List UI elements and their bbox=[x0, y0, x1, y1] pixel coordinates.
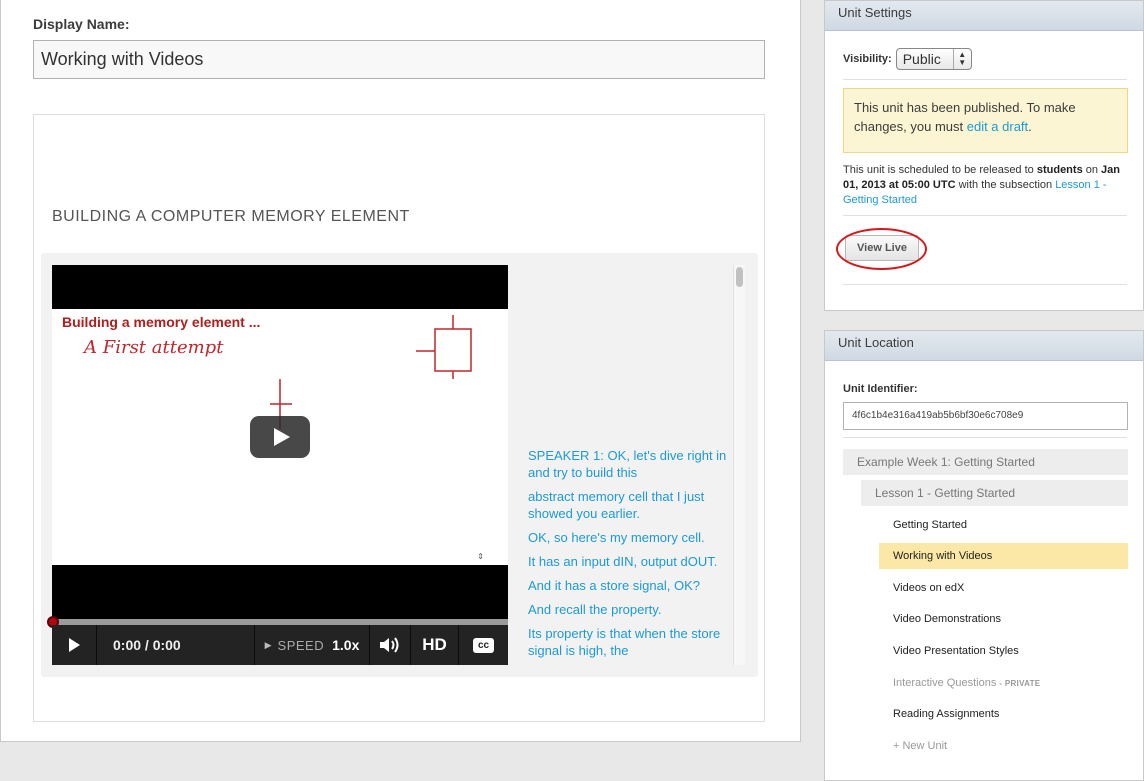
warning-text: This unit has been published. To make ch… bbox=[854, 100, 1076, 134]
video-frame[interactable]: Building a memory element ... A First at… bbox=[52, 309, 508, 565]
unit-item[interactable]: Video Presentation Styles bbox=[879, 638, 1128, 664]
unit-label: Reading Assignments bbox=[893, 708, 1000, 721]
new-unit-button[interactable]: + New Unit bbox=[879, 733, 1128, 759]
transcript-scrollbar[interactable] bbox=[733, 265, 745, 665]
unit-identifier-field[interactable]: 4f6c1b4e316a419ab5b6bf30e6c708e9 bbox=[843, 402, 1128, 430]
divider bbox=[843, 284, 1127, 285]
frame-handwriting: A First attempt bbox=[84, 337, 224, 358]
unit-item[interactable]: Reading Assignments bbox=[879, 701, 1128, 727]
display-name-input[interactable]: Working with Videos bbox=[33, 40, 765, 79]
transcript-panel[interactable]: SPEAKER 1: OK, let's dive right in and t… bbox=[528, 265, 745, 665]
unit-editor-panel: Display Name: Working with Videos BUILDI… bbox=[0, 0, 801, 742]
unit-identifier-label: Unit Identifier: bbox=[843, 383, 918, 395]
transcript-line[interactable]: And it has a store signal, OK? bbox=[528, 577, 733, 594]
video-player[interactable]: Building a memory element ... A First at… bbox=[47, 265, 508, 665]
transcript-line[interactable]: And recall the property. bbox=[528, 601, 733, 618]
highlight-annotation-circle bbox=[836, 228, 927, 270]
divider bbox=[843, 79, 1127, 80]
speed-control[interactable]: ▶ SPEED 1.0x bbox=[255, 625, 370, 665]
unit-label: Interactive Questions bbox=[893, 676, 997, 689]
video-controls: 0:00 / 0:00 ▶ SPEED 1.0x HD cc bbox=[52, 625, 508, 665]
course-outline-tree: Example Week 1: Getting Started Lesson 1… bbox=[843, 449, 1128, 759]
visibility-row: Visibility: Public ▲ ▼ bbox=[843, 48, 972, 70]
release-audience: students bbox=[1036, 164, 1083, 176]
transcript-line[interactable]: abstract memory cell that I just showed … bbox=[528, 488, 733, 522]
play-icon[interactable] bbox=[52, 625, 97, 665]
frame-title: Building a memory element ... bbox=[62, 314, 261, 330]
warning-end: . bbox=[1028, 119, 1032, 134]
divider bbox=[843, 215, 1127, 216]
memory-cell-sketch bbox=[416, 315, 472, 379]
unit-settings-panel: Unit Settings Visibility: Public ▲ ▼ This… bbox=[824, 0, 1144, 311]
volume-icon[interactable] bbox=[370, 625, 411, 665]
component-title: BUILDING A COMPUTER MEMORY ELEMENT bbox=[52, 208, 410, 225]
visibility-select[interactable]: Public ▲ ▼ bbox=[895, 48, 972, 70]
unit-location-title: Unit Location bbox=[825, 331, 1143, 361]
unit-label: Videos on edX bbox=[893, 581, 965, 594]
release-text-3: with the subsection bbox=[955, 179, 1056, 191]
speed-label: SPEED bbox=[277, 637, 325, 653]
video-component: BUILDING A COMPUTER MEMORY ELEMENT Build… bbox=[33, 114, 765, 722]
cc-label: cc bbox=[472, 637, 495, 653]
frame-scroll-indicator: ⇕ bbox=[477, 552, 484, 561]
video-time: 0:00 / 0:00 bbox=[97, 625, 255, 665]
hd-button[interactable]: HD bbox=[411, 625, 459, 665]
unit-label: + New Unit bbox=[893, 739, 948, 752]
subsection-item[interactable]: Lesson 1 - Getting Started bbox=[861, 480, 1128, 506]
unit-label: Working with Videos bbox=[893, 550, 993, 563]
unit-item[interactable]: Interactive Questions - PRIVATE bbox=[879, 670, 1128, 696]
transcript-line[interactable]: OK, so here's my memory cell. bbox=[528, 529, 733, 546]
display-name-label: Display Name: bbox=[33, 16, 130, 32]
unit-location-panel: Unit Location Unit Identifier: 4f6c1b4e3… bbox=[824, 330, 1144, 781]
edit-draft-link[interactable]: edit a draft bbox=[967, 119, 1028, 134]
unit-item[interactable]: Getting Started bbox=[879, 512, 1128, 538]
transcript-line[interactable]: Its property is that when the store sign… bbox=[528, 625, 733, 659]
transcript-scroll-thumb[interactable] bbox=[736, 267, 743, 287]
unit-item[interactable]: Videos on edX bbox=[879, 575, 1128, 601]
published-warning: This unit has been published. To make ch… bbox=[843, 88, 1128, 153]
video-module: Building a memory element ... A First at… bbox=[41, 253, 758, 677]
transcript-line[interactable]: It has an input dIN, output dOUT. bbox=[528, 553, 733, 570]
unit-list: Getting Started Working with Videos Videos… bbox=[879, 512, 1128, 759]
release-text-2: on bbox=[1082, 164, 1102, 176]
release-info: This unit is scheduled to be released to… bbox=[843, 163, 1127, 208]
private-tag: - PRIVATE bbox=[999, 678, 1041, 688]
section-item[interactable]: Example Week 1: Getting Started bbox=[843, 449, 1128, 475]
visibility-value: Public bbox=[902, 51, 941, 67]
visibility-label: Visibility: bbox=[843, 53, 892, 65]
select-arrows-icon: ▲ ▼ bbox=[952, 49, 971, 69]
speed-arrow-icon: ▶ bbox=[264, 639, 272, 650]
speed-value: 1.0x bbox=[332, 637, 360, 653]
unit-settings-title: Unit Settings bbox=[825, 1, 1143, 31]
transcript-list: SPEAKER 1: OK, let's dive right in and t… bbox=[528, 447, 733, 665]
release-text-1: This unit is scheduled to be released to bbox=[843, 164, 1037, 176]
closed-captions-icon[interactable]: cc bbox=[459, 625, 508, 665]
divider bbox=[843, 437, 1127, 438]
unit-label: Video Presentation Styles bbox=[893, 644, 1019, 657]
unit-label: Video Demonstrations bbox=[893, 613, 1002, 626]
play-overlay-button[interactable] bbox=[250, 416, 310, 458]
unit-label: Getting Started bbox=[893, 518, 967, 531]
transcript-line[interactable]: SPEAKER 1: OK, let's dive right in and t… bbox=[528, 447, 733, 481]
unit-item[interactable]: Video Demonstrations bbox=[879, 606, 1128, 632]
unit-item[interactable]: Working with Videos bbox=[879, 543, 1128, 570]
